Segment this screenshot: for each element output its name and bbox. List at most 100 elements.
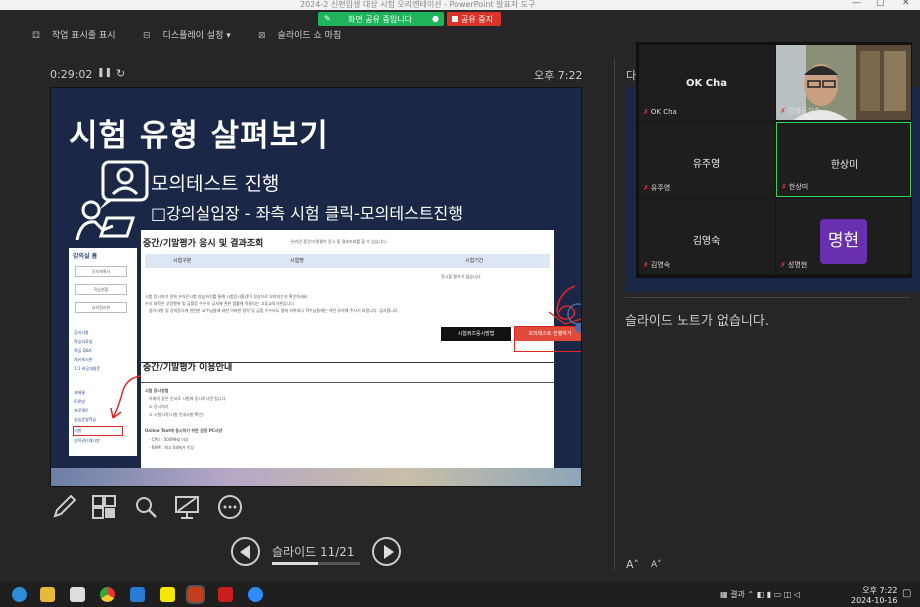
slide-instruction: □강의실입장 - 좌측 시험 클릭-모의테스트진행	[151, 204, 463, 223]
close-icon[interactable]: ✕	[902, 0, 910, 8]
tray-icons: ⌃ ◧ ▮ ▭ ◫ ◁	[744, 590, 801, 599]
taskbar-date: 2024-10-16	[851, 596, 898, 605]
end-show-icon: ⊠	[258, 31, 266, 41]
store-icon[interactable]	[70, 587, 85, 602]
lms-item: 1:1 비공개질문	[74, 366, 101, 371]
show-taskbar-label: 작업 표시줄 표시	[51, 31, 116, 41]
reset-timer-icon[interactable]: ↻	[116, 67, 125, 80]
current-slide[interactable]: 시험 유형 살펴보기 모의테스트 진행 □강의실입장 - 좌측 시험 클릭-모의…	[50, 87, 582, 487]
guide-line: - RAM : 최소 64메가 이상	[149, 445, 195, 450]
pane-divider[interactable]	[614, 58, 615, 570]
video-gallery[interactable]: OK Cha ✗ OK Cha ✗ 강태구교수 유주영 ✗ 유주영 한상미 ✗ 한상미 …	[636, 42, 912, 278]
stop-share-button[interactable]: 공유 중지	[447, 12, 501, 26]
increase-font-icon[interactable]: A˄	[626, 558, 639, 571]
acrobat-icon[interactable]	[218, 587, 233, 602]
window-titlebar: 2024-2 신편입생 대상 시험 오리엔테이션 - PowerPoint 발표…	[0, 0, 920, 10]
col-exam-type: 시험구분	[173, 258, 192, 264]
lms-item: 프로젝트	[74, 408, 89, 413]
arrow-right-icon	[384, 545, 394, 559]
mic-muted-icon: ✗	[643, 261, 649, 269]
participant-tile[interactable]: OK Cha ✗ OK Cha	[639, 45, 774, 120]
no-exam-message: 응시할 평가가 없습니다.	[441, 274, 482, 279]
show-taskbar-button[interactable]: ⚃ 작업 표시줄 표시	[32, 28, 116, 41]
taskbar-icon: ⚃	[32, 31, 40, 41]
shield-icon: ●	[432, 14, 439, 23]
lms-sidebar-screenshot: 강의실 홈 강의계획서 학습현황 요약정리본 공지사항 학습자료실 학습 Q&A…	[69, 248, 150, 456]
guide-section-title: 중간/기말평가 이용안내	[143, 363, 233, 373]
zoom-app-icon[interactable]	[248, 587, 263, 602]
participant-avatar: 명현	[820, 219, 867, 264]
lms-exam-panel-screenshot: 중간/기말평가 응시 및 결과조회 온라인 중간/기말평가 응시 및 결과조회를…	[141, 230, 581, 468]
lms-item: 토론방	[74, 399, 86, 404]
screen-share-banner[interactable]: ✎ 화면 공유 중입니다 ●	[318, 12, 444, 26]
col-exam-name: 시험명	[290, 258, 304, 264]
zoom-icon[interactable]	[132, 494, 160, 522]
windows-taskbar: ▦ 결과 ⌃ ◧ ▮ ▭ ◫ ◁ 오후 7:22 2024-10-16 ▢	[0, 582, 920, 607]
exam-section-title: 중간/기말평가 응시 및 결과조회	[143, 239, 264, 249]
taskbar-time: 오후 7:22	[862, 586, 898, 595]
lms-btn-summary: 요약정리본	[75, 302, 127, 313]
minimize-icon[interactable]: —	[852, 0, 861, 8]
lms-item: 실습운영학습	[74, 417, 97, 422]
slide-counter[interactable]: 슬라이드 11/21	[272, 543, 355, 560]
participant-tile[interactable]: 김영숙 ✗ 김영숙	[639, 199, 774, 274]
guide-line: 아래의 같은 순서로 시험에 응시하시면 됩니다.	[149, 396, 227, 401]
participant-label: ✗ 한상미	[781, 182, 808, 192]
participant-label-text: 한상미	[788, 183, 809, 191]
file-explorer-icon[interactable]	[40, 587, 55, 602]
notes-separator	[625, 297, 910, 298]
guide-line: ② 시험시작(시험 안내사항 확인)	[149, 412, 204, 417]
participant-tile[interactable]: 명현 ✗ 성명현	[776, 199, 911, 274]
participant-label: ✗ 강태구교수	[780, 106, 820, 116]
next-slide-button[interactable]	[372, 537, 401, 566]
lms-item: 공지사항	[74, 330, 89, 335]
exam-note-2: 우리 대학은 부정행위 및 금품등 수수의 금지에 관한 법률에 적용되는 고등…	[145, 301, 296, 306]
kakaotalk-icon[interactable]	[160, 587, 175, 602]
tray-label: 결과	[730, 590, 745, 599]
notification-icon[interactable]: ▢	[902, 588, 911, 599]
decorative-circles	[567, 303, 581, 333]
end-slideshow-button[interactable]: ⊠ 슬라이드 쇼 마침	[258, 28, 341, 41]
guide-line: 시험 응시방법	[145, 388, 169, 393]
mic-muted-icon: ✗	[781, 183, 787, 191]
mic-muted-icon: ✗	[643, 108, 649, 116]
display-settings-label: 디스플레이 설정 ▾	[162, 31, 231, 41]
exam-note-1: 시험 응시하기 전에 온라인시험 연습하기를 통해 시험응시환경이 정상으로 보…	[145, 294, 308, 299]
mail-icon[interactable]	[130, 587, 145, 602]
participant-tile-active-speaker[interactable]: 한상미 ✗ 한상미	[776, 122, 911, 197]
see-all-slides-icon[interactable]	[90, 494, 118, 522]
participant-tile-video[interactable]: ✗ 강태구교수	[776, 45, 911, 120]
guide-line: ① 응시하기	[149, 404, 169, 409]
system-tray[interactable]: ▦ 결과 ⌃ ◧ ▮ ▭ ◫ ◁	[720, 589, 800, 600]
slide-progress-fill	[272, 562, 319, 565]
more-options-icon[interactable]	[216, 494, 244, 522]
chrome-icon[interactable]	[100, 587, 115, 602]
lms-btn-progress: 학습현황	[75, 284, 127, 295]
powerpoint-icon[interactable]	[186, 585, 205, 604]
window-title: 2024-2 신편입생 대상 시험 오리엔테이션 - PowerPoint 발표…	[300, 0, 536, 9]
speaker-notes[interactable]: 슬라이드 노트가 없습니다.	[625, 310, 769, 329]
display-settings-button[interactable]: ⊟ 디스플레이 설정 ▾	[143, 28, 231, 41]
participant-label-text: 김영숙	[650, 261, 671, 269]
exam-guide-button: 시험퀴즈응시방법	[441, 327, 511, 341]
lms-home-label: 강의실 홈	[73, 253, 98, 260]
current-time: 오후 7:22	[534, 69, 583, 82]
maximize-icon[interactable]: □	[876, 0, 885, 8]
edge-icon[interactable]	[12, 587, 27, 602]
mic-muted-icon: ✗	[780, 261, 786, 269]
taskbar-clock[interactable]: 오후 7:22 2024-10-16	[851, 585, 898, 605]
previous-slide-button[interactable]	[231, 537, 260, 566]
participant-label: ✗ OK Cha	[643, 108, 677, 116]
elapsed-timer: 0:29:02	[50, 68, 93, 81]
participant-label-text: 유주영	[650, 184, 671, 192]
exam-section-note: 온라인 중간/기말평가 응시 및 결과조회를 할 수 있습니다.	[291, 239, 388, 244]
pin-icon: ✎	[324, 14, 331, 23]
pen-tool-icon[interactable]	[50, 494, 78, 522]
stop-icon	[452, 16, 458, 22]
pause-icon[interactable]: ❚❚	[97, 68, 112, 78]
participant-tile[interactable]: 유주영 ✗ 유주영	[639, 122, 774, 197]
lms-item: 과제물	[74, 390, 86, 395]
decrease-font-icon[interactable]: A˅	[651, 560, 662, 570]
col-exam-period: 시험기간	[465, 258, 484, 264]
black-screen-icon[interactable]	[173, 494, 201, 522]
